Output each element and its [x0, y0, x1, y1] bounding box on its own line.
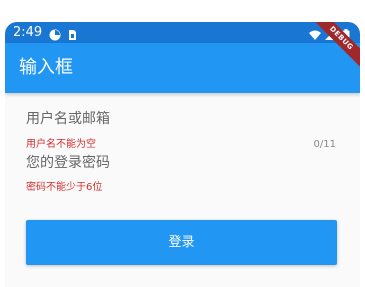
phone-screen: 2:49 输入框 DEBUG 用户名或邮箱 用户名不能为空 0/11 您的登录密…	[5, 22, 360, 287]
login-button[interactable]: 登录	[26, 220, 337, 265]
username-error-text: 用户名不能为空	[26, 139, 96, 150]
password-input-placeholder[interactable]: 您的登录密码	[26, 154, 110, 172]
status-bar: 2:49	[5, 22, 360, 43]
app-notification-icon	[49, 26, 61, 41]
page-title: 输入框	[19, 57, 73, 78]
username-input-placeholder[interactable]: 用户名或邮箱	[26, 110, 110, 128]
sim-card-icon	[66, 26, 78, 40]
app-bar: 输入框	[5, 43, 360, 93]
username-char-counter: 0/11	[313, 139, 336, 150]
password-error-text: 密码不能少于6位	[26, 182, 103, 193]
status-time: 2:49	[13, 25, 43, 40]
wifi-icon	[309, 26, 321, 40]
